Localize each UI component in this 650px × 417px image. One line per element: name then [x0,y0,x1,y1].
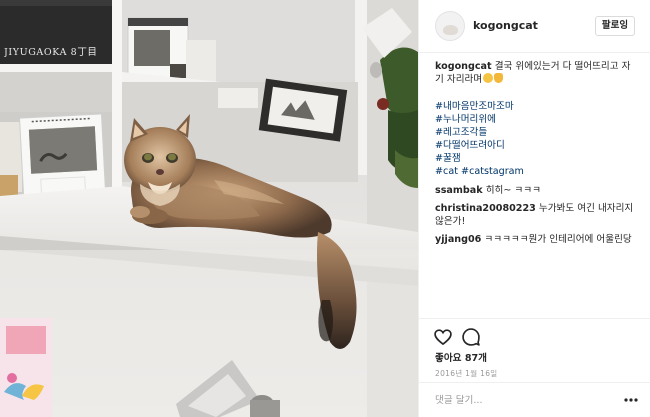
post-date[interactable]: 2016년 1월 16일 [435,368,497,379]
hashtag-link[interactable]: #다떨어뜨려아디 [435,139,639,152]
hashtag-link[interactable]: #레고조각들 [435,126,639,139]
likes-count[interactable]: 좋아요 87개 [435,350,487,364]
comment-item: ssambak 히히~ ㅋㅋㅋ [435,184,639,197]
hashtag-row: #cat #catstagram [435,165,639,178]
hashtag-link[interactable]: #꿀잼 [435,152,639,165]
cat-on-shelf-photo [0,0,418,417]
comment-username[interactable]: yjjang06 [435,234,481,245]
comment-text: ㅋㅋㅋㅋㅋ뭔가 인테리어에 어울린당 [484,234,632,245]
comment-input[interactable] [435,392,610,408]
speech-bubble-icon[interactable] [461,327,481,347]
comment-item: christina20080223 누가봐도 여긴 내자리지않은가! [435,202,639,228]
post-actions: 좋아요 87개 2016년 1월 16일 [419,318,650,378]
hashtag-link[interactable]: #내마음만조마조마 [435,100,639,113]
add-comment-section [419,382,650,417]
post-side-panel: kogongcat 팔로잉 kogongcat 결국 위에있는거 다 떨어뜨리고… [418,0,650,417]
header-username[interactable]: kogongcat [473,19,538,32]
caption-username[interactable]: kogongcat [435,61,492,72]
following-button[interactable]: 팔로잉 [595,16,635,36]
book-spine-text: JIYUGAOKA 8丁目 [4,47,98,58]
post-header: kogongcat 팔로잉 [419,0,650,53]
post-photo[interactable]: JIYUGAOKA 8丁目 [0,0,418,417]
comment-username[interactable]: ssambak [435,185,483,196]
comment-text: 히히~ ㅋㅋㅋ [485,185,541,196]
avatar[interactable] [435,11,465,41]
comment-item: yjjang06 ㅋㅋㅋㅋㅋ뭔가 인테리어에 어울린당 [435,233,639,246]
hashtag-link[interactable]: #누나머리위에 [435,113,639,126]
smiling-cat-face-icon [483,73,494,83]
post-caption: kogongcat 결국 위에있는거 다 떨어뜨리고 자기 자리라며 [435,60,639,86]
ellipsis-icon[interactable] [623,393,639,407]
comments-list: kogongcat 결국 위에있는거 다 떨어뜨리고 자기 자리라며 #내마음만… [435,60,639,251]
hashtag-link[interactable]: #catstagram [461,166,524,177]
heart-icon[interactable] [433,327,453,347]
ok-hand-icon [494,73,504,83]
comment-username[interactable]: christina20080223 [435,203,536,214]
hashtag-link[interactable]: #cat [435,166,458,177]
hashtag-list: #내마음만조마조마 #누나머리위에 #레고조각들 #다떨어뜨려아디 #꿀잼 #c… [435,100,639,178]
